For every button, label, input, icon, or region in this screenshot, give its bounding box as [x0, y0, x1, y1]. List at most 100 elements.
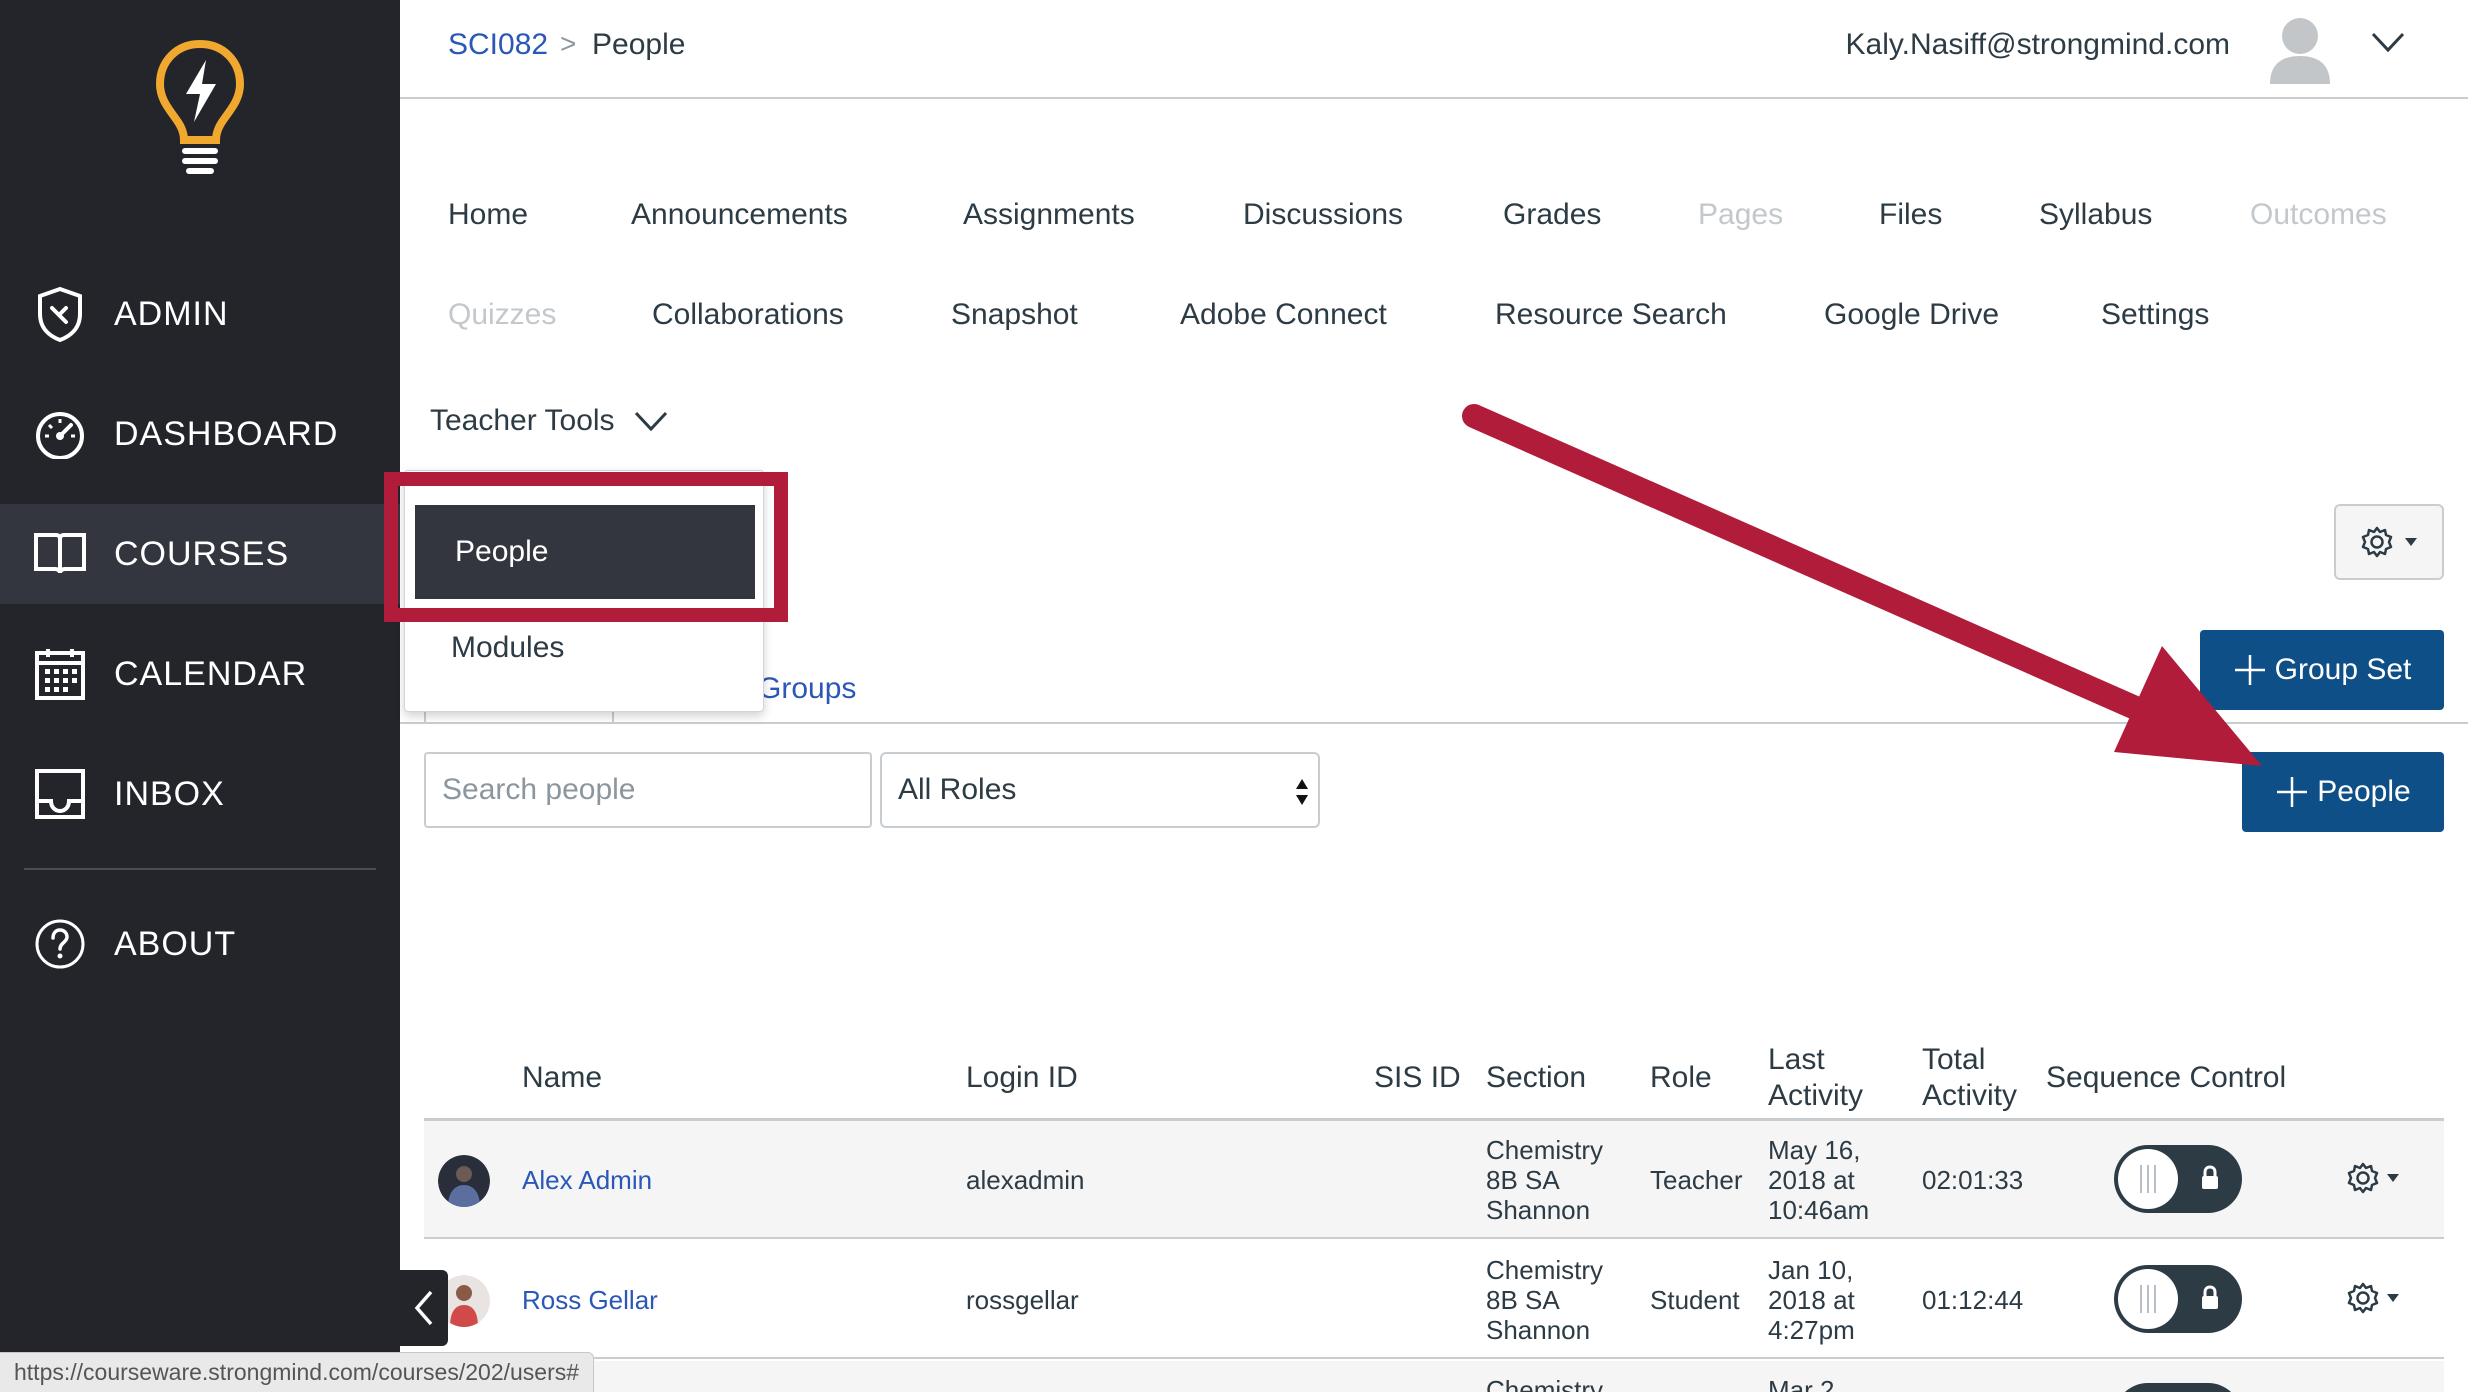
- add-people-label: People: [2317, 775, 2411, 808]
- column-header-total-activity-line1: Total: [1922, 1043, 1986, 1076]
- course-nav-home[interactable]: Home: [448, 198, 528, 232]
- calendar-icon: [30, 644, 90, 704]
- nav-label-about: ABOUT: [114, 924, 237, 963]
- breadcrumb-course-link[interactable]: SCI082: [448, 28, 548, 62]
- global-nav-sidebar: ADMIN DASHBOARD COURSES CALENDAR INBOX A…: [0, 0, 400, 1392]
- teacher-tools-menu-toggle[interactable]: Teacher Tools: [430, 404, 669, 438]
- add-group-set-button[interactable]: Group Set: [2200, 630, 2444, 710]
- course-nav-discussions[interactable]: Discussions: [1243, 198, 1403, 232]
- login-id: alexadmin: [966, 1165, 1085, 1195]
- avatar[interactable]: [438, 1155, 490, 1207]
- caret-down-icon: [2405, 538, 2417, 546]
- speedometer-icon: [30, 404, 90, 464]
- nav-item-inbox[interactable]: INBOX: [0, 744, 400, 844]
- course-nav-assignments[interactable]: Assignments: [963, 198, 1135, 232]
- course-nav-quizzes: Quizzes: [448, 298, 557, 331]
- column-header-last-activity-line1: Last: [1768, 1043, 1825, 1076]
- collapse-sidebar-button[interactable]: [400, 1270, 448, 1346]
- roles-select[interactable]: All Roles: [880, 752, 1320, 828]
- user-avatar-icon[interactable]: [2268, 14, 2332, 84]
- tab-groups[interactable]: Groups: [758, 672, 856, 706]
- nav-label-admin: ADMIN: [114, 294, 229, 333]
- sequence-control-toggle[interactable]: [2114, 1265, 2242, 1333]
- dropdown-item-people[interactable]: People: [415, 505, 755, 599]
- section-line: 8B SA: [1486, 1165, 1560, 1195]
- section: Chemistry 8B SA Shannon: [1486, 1135, 1603, 1225]
- course-nav-collaborations[interactable]: Collaborations: [652, 298, 844, 332]
- question-icon: [30, 914, 90, 974]
- section-line: Shannon: [1486, 1195, 1591, 1225]
- column-header-login-id[interactable]: Login ID: [966, 1060, 1078, 1096]
- last-activity: May 16, 2018 at 10:46am: [1768, 1135, 1869, 1225]
- add-group-set-label: Group Set: [2274, 653, 2412, 686]
- dropdown-item-modules[interactable]: Modules: [451, 631, 564, 665]
- select-arrows-icon: [1296, 779, 1308, 805]
- chevron-down-icon[interactable]: [2370, 30, 2406, 54]
- total-activity: 02:01:33: [1922, 1165, 2024, 1195]
- search-people-input[interactable]: [424, 752, 872, 828]
- nav-item-calendar[interactable]: CALENDAR: [0, 624, 400, 724]
- gear-icon: [2361, 526, 2393, 558]
- plus-icon: [2234, 655, 2265, 685]
- nav-item-about[interactable]: ABOUT: [0, 894, 400, 994]
- gear-icon: [2347, 1282, 2379, 1314]
- column-header-name[interactable]: Name: [522, 1060, 602, 1096]
- chevron-down-icon: [634, 411, 667, 432]
- table-row: Ross Gellar rossgellar Chemistry 8B SA S…: [424, 1241, 2444, 1359]
- course-nav-grades[interactable]: Grades: [1503, 198, 1601, 232]
- course-nav-adobe-connect[interactable]: Adobe Connect: [1180, 298, 1387, 332]
- nav-label-calendar: CALENDAR: [114, 654, 308, 693]
- column-header-total-activity[interactable]: Total Activity: [1922, 1042, 2017, 1114]
- user-email[interactable]: Kaly.Nasiff@strongmind.com: [1846, 28, 2230, 62]
- sequence-control-toggle[interactable]: [2114, 1383, 2242, 1392]
- section-line: Shannon: [1486, 1315, 1591, 1345]
- course-nav-settings[interactable]: Settings: [2101, 298, 2209, 332]
- column-header-sequence-control: Sequence Control: [2046, 1061, 2287, 1094]
- book-icon: [30, 524, 90, 584]
- column-header-last-activity-line2: Activity: [1768, 1079, 1864, 1112]
- toggle-knob: [2118, 1269, 2178, 1329]
- course-nav-files[interactable]: Files: [1879, 198, 1942, 232]
- plus-icon: [2277, 777, 2308, 807]
- column-header-sis-id[interactable]: SIS ID: [1374, 1060, 1461, 1096]
- section: Chemistry 8B SA Shannon: [1486, 1255, 1603, 1345]
- course-nav-resource-search[interactable]: Resource Search: [1495, 298, 1727, 332]
- breadcrumb-separator: >: [560, 28, 577, 59]
- section: Chemistry: [1486, 1375, 1604, 1392]
- last-activity-line: 2018 at: [1768, 1165, 1855, 1195]
- nav-label-courses: COURSES: [114, 534, 290, 573]
- last-activity-line: 4:27pm: [1768, 1315, 1855, 1345]
- column-header-section[interactable]: Section: [1486, 1060, 1586, 1096]
- lightbulb-logo-icon[interactable]: [152, 38, 248, 178]
- sequence-control-toggle[interactable]: [2114, 1145, 2242, 1213]
- nav-item-courses[interactable]: COURSES: [0, 504, 400, 604]
- column-header-last-activity[interactable]: Last Activity: [1768, 1042, 1863, 1114]
- course-nav-outcomes: Outcomes: [2250, 198, 2387, 231]
- last-activity-line: Jan 10,: [1768, 1255, 1854, 1285]
- nav-item-admin[interactable]: ADMIN: [0, 264, 400, 364]
- user-name-link[interactable]: Ross Gellar: [522, 1285, 658, 1315]
- course-nav-snapshot[interactable]: Snapshot: [951, 298, 1078, 332]
- add-people-button[interactable]: People: [2242, 752, 2444, 832]
- column-header-role[interactable]: Role: [1650, 1060, 1712, 1096]
- row-settings-menu[interactable]: [2346, 1161, 2400, 1195]
- course-nav-syllabus[interactable]: Syllabus: [2039, 198, 2152, 232]
- user-name-link[interactable]: Alex Admin: [522, 1165, 652, 1195]
- page-settings-menu[interactable]: [2334, 504, 2444, 580]
- tabs-divider: [400, 722, 2468, 724]
- row-settings-menu[interactable]: [2346, 1281, 2400, 1315]
- inbox-icon: [30, 764, 90, 824]
- course-nav-announcements[interactable]: Announcements: [631, 198, 848, 232]
- nav-item-dashboard[interactable]: DASHBOARD: [0, 384, 400, 484]
- course-nav-google-drive[interactable]: Google Drive: [1824, 298, 1999, 332]
- role: Teacher: [1650, 1165, 1743, 1195]
- section-line: Chemistry: [1486, 1135, 1604, 1165]
- lock-icon: [2202, 1285, 2218, 1309]
- nav-label-inbox: INBOX: [114, 774, 225, 813]
- status-bar-url: https://courseware.strongmind.com/course…: [0, 1352, 595, 1392]
- last-activity-line: 2018 at: [1768, 1285, 1855, 1315]
- table-row: Alex Admin alexadmin Chemistry 8B SA Sha…: [424, 1121, 2444, 1239]
- role: Student: [1650, 1285, 1740, 1315]
- section-line: 8B SA: [1486, 1285, 1560, 1315]
- teacher-tools-dropdown: People Modules: [404, 470, 764, 712]
